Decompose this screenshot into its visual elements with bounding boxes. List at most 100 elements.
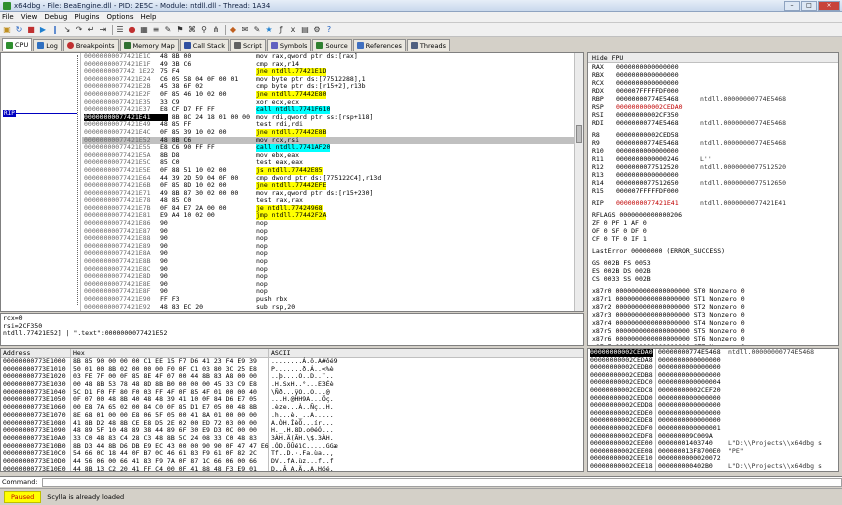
tab-threads[interactable]: Threads (406, 39, 451, 51)
flags-line[interactable]: CF 0 TF 0 IF 1 (588, 235, 838, 243)
fpu-register-row[interactable]: x87r1 0000000000000000000 ST1 Nonzero 0 (588, 295, 838, 303)
disassembly-row[interactable]: 00000000077421E1F 49 3B C6 cmp rax,r14 (82, 60, 575, 69)
register-value[interactable]: 0000000000000000 (616, 79, 696, 87)
registers-view[interactable]: Hide FPU RAX 0000000000000000 RBX 000000000… (587, 52, 839, 346)
register-row[interactable]: R10 0000000000000000 (588, 147, 838, 155)
disassembly-view[interactable]: RIP 00000000077421E1C 48 8B 00 mov rax,qwo… (0, 52, 584, 312)
disassembly-row[interactable]: 00000000077421E41 48 8B 8C 24 18 01 00 00… (82, 113, 575, 122)
log-icon[interactable]: ☰ (115, 25, 125, 35)
disassembly-row[interactable]: 00000000077421E49 48 85 FF test rdi,rdi (82, 121, 575, 129)
maximize-icon[interactable]: □ (801, 1, 817, 11)
step-into-icon[interactable]: ↘ (62, 25, 72, 35)
dump-row[interactable]: 00000000773E10E0 44 8B 13 C2 20 41 FF C4 … (1, 465, 583, 471)
scrollbar-thumb[interactable] (576, 125, 582, 143)
fpu-register-row[interactable]: x87r4 0000000000000000000 ST4 Nonzero 0 (588, 319, 838, 327)
register-value[interactable]: 0000000000000000 (616, 147, 696, 155)
disassembly-row[interactable]: 00000000077421E2F 0F 85 46 10 02 00 jne nt… (82, 90, 575, 99)
disassembly-row[interactable]: 00000000077421E8E 90 nop (82, 280, 575, 289)
disassembly-row[interactable]: 00000000077421E8A 90 nop (82, 250, 575, 258)
patch-icon[interactable]: ◆ (228, 25, 238, 35)
disassembly-row[interactable]: 00000000077421E2B 45 38 6F 02 cmp byte ptr… (82, 83, 575, 91)
register-row[interactable]: R11 0000000000000246 L'' (588, 155, 838, 163)
register-row[interactable]: RSP 000000000002CEDA0 (588, 103, 838, 111)
register-value[interactable]: 0000000000000000 (616, 171, 696, 179)
hide-fpu-button[interactable]: Hide FPU (588, 53, 838, 63)
references-icon[interactable]: ⚲ (199, 25, 209, 35)
symbols-icon[interactable]: ⚑ (175, 25, 185, 35)
source-icon[interactable]: ⌘ (187, 25, 197, 35)
menu-debug[interactable]: Debug (44, 13, 67, 21)
tab-source[interactable]: Source (312, 39, 352, 51)
register-row[interactable]: R15 000007FFFFFDF000 (588, 187, 838, 195)
register-value[interactable]: 0000000000000000 (616, 63, 696, 71)
register-value[interactable]: 00000000002CED58 (616, 131, 696, 139)
disassembly-row[interactable]: 00000000077421E5C 85 C0 test eax,eax (82, 159, 575, 167)
disassembly-row[interactable]: 00000000077421E64 44 39 2D 59 04 0F 00 cmp… (82, 174, 575, 183)
menu-view[interactable]: View (21, 13, 38, 21)
fpu-register-row[interactable]: x87r5 0000000000000000000 ST5 Nonzero 0 (588, 327, 838, 335)
script-icon[interactable]: ✎ (163, 25, 173, 35)
disassembly-row[interactable]: 00000000077421E90 FF F3 push rbx (82, 295, 575, 304)
flags-line[interactable]: ZF 0 PF 1 AF 0 (588, 219, 838, 227)
disassembly-row[interactable]: 00000000077421E8D 90 nop (82, 273, 575, 281)
register-value[interactable]: 000007FFFFFDF000 (616, 187, 696, 195)
disassembly-row[interactable]: 00000000077421E1C 48 8B 00 mov rax,qword p… (82, 53, 575, 61)
register-value[interactable]: 0000000000000000 (616, 71, 696, 79)
open-icon[interactable]: ▣ (2, 25, 12, 35)
disassembly-scrollbar[interactable] (574, 53, 583, 311)
fpu-register-row[interactable]: x87r6 0000000000000000000 ST6 Nonzero 0 (588, 335, 838, 343)
register-value[interactable]: 00000000002CF350 (616, 111, 696, 119)
register-row[interactable]: RIP 0000000077421E41 ntdll.0000000077421E4… (588, 199, 838, 207)
pause-icon[interactable]: ‖ (50, 25, 60, 35)
tab-symbols[interactable]: Symbols (266, 39, 312, 51)
register-value[interactable]: 0000000077421E41 (616, 199, 696, 207)
run-to-return-icon[interactable]: ↵ (86, 25, 96, 35)
comments-icon[interactable]: ✉ (240, 25, 250, 35)
restart-icon[interactable]: ↻ (14, 25, 24, 35)
menu-file[interactable]: File (2, 13, 14, 21)
register-value[interactable]: 00000000774E5468 (616, 119, 696, 127)
command-input[interactable] (41, 477, 842, 487)
register-value[interactable]: 000000000002CEDA0 (616, 103, 696, 111)
memory-dump-view[interactable]: Address Hex ASCII 00000000773E1000 8B 85 … (0, 348, 584, 472)
tab-script[interactable]: Script (229, 39, 266, 51)
disassembly-row[interactable]: 00000000077421E8F 90 nop (82, 288, 575, 296)
menu-help[interactable]: Help (140, 13, 156, 21)
register-row[interactable]: RCX 0000000000000000 (588, 79, 838, 87)
disassembly-row[interactable]: 00000000077421E5A 8B D8 mov ebx,eax (82, 151, 575, 160)
disassembly-row[interactable]: 00000000077421E4C 0F 85 39 10 02 00 jne nt… (82, 128, 575, 137)
register-value[interactable]: 0000000077512520 (616, 163, 696, 171)
stack-row[interactable]: 00000000002CEE18 000000000402B0 L"D:\\Proj… (588, 462, 838, 471)
settings-icon[interactable]: ⚙ (312, 25, 322, 35)
disassembly-row[interactable]: 00000000077421E81 E9 A4 10 02 00 jmp ntdll… (82, 212, 575, 221)
register-row[interactable]: R8 00000000002CED58 (588, 131, 838, 139)
run-icon[interactable]: ▶ (38, 25, 48, 35)
tab-breakpoints[interactable]: Breakpoints (62, 39, 119, 51)
close-debuggee-icon[interactable]: ■ (26, 25, 36, 35)
menu-options[interactable]: Options (106, 13, 133, 21)
register-row[interactable]: R14 0000000077512650 ntdll.000000007751265… (588, 179, 838, 187)
disassembly-row[interactable]: 00000000077421E89 90 nop (82, 242, 575, 251)
flags-line[interactable]: OF 0 SF 0 DF 0 (588, 227, 838, 235)
register-value[interactable]: 000007FFFFFDF000 (616, 87, 696, 95)
disassembly-row[interactable]: 00000000077421E71 49 8B 87 30 02 00 00 mov… (82, 189, 575, 198)
disassembly-row[interactable]: 00000000077421E55 E8 C6 90 FF FF call ntdl… (82, 144, 575, 152)
disassembly-row[interactable]: 00000000077421E87 90 nop (82, 227, 575, 236)
rflags[interactable]: RFLAGS 0000000000000206 (588, 211, 838, 219)
disassembly-row[interactable]: 00000000077421E78 48 85 C0 test rax,rax (82, 197, 575, 205)
disassembly-row[interactable]: 00000000077421E8B 90 nop (82, 257, 575, 266)
disassembly-row[interactable]: 00000000077421E88 90 nop (82, 235, 575, 243)
tab-call-stack[interactable]: Call Stack (179, 39, 229, 51)
tab-cpu[interactable]: CPU (2, 38, 33, 51)
fpu-register-row[interactable]: x87r3 0000000000000000000 ST3 Nonzero 0 (588, 311, 838, 319)
fpu-register-row[interactable]: x87r7 0000000000000000000 ST7 Nonzero 0 (588, 343, 838, 345)
variables-icon[interactable]: x (288, 25, 298, 35)
memory-map-icon[interactable]: ▦ (139, 25, 149, 35)
register-row[interactable]: RDX 000007FFFFFDF000 (588, 87, 838, 95)
minimize-icon[interactable]: – (784, 1, 800, 11)
menu-plugins[interactable]: Plugins (74, 13, 99, 21)
register-value[interactable]: 0000000077512650 (616, 179, 696, 187)
tab-references[interactable]: References (352, 39, 406, 51)
stack-view[interactable]: 00000000002CEDA0 00000000774E5468 ntdll.00… (587, 348, 839, 472)
run-to-user-icon[interactable]: ⇥ (98, 25, 108, 35)
